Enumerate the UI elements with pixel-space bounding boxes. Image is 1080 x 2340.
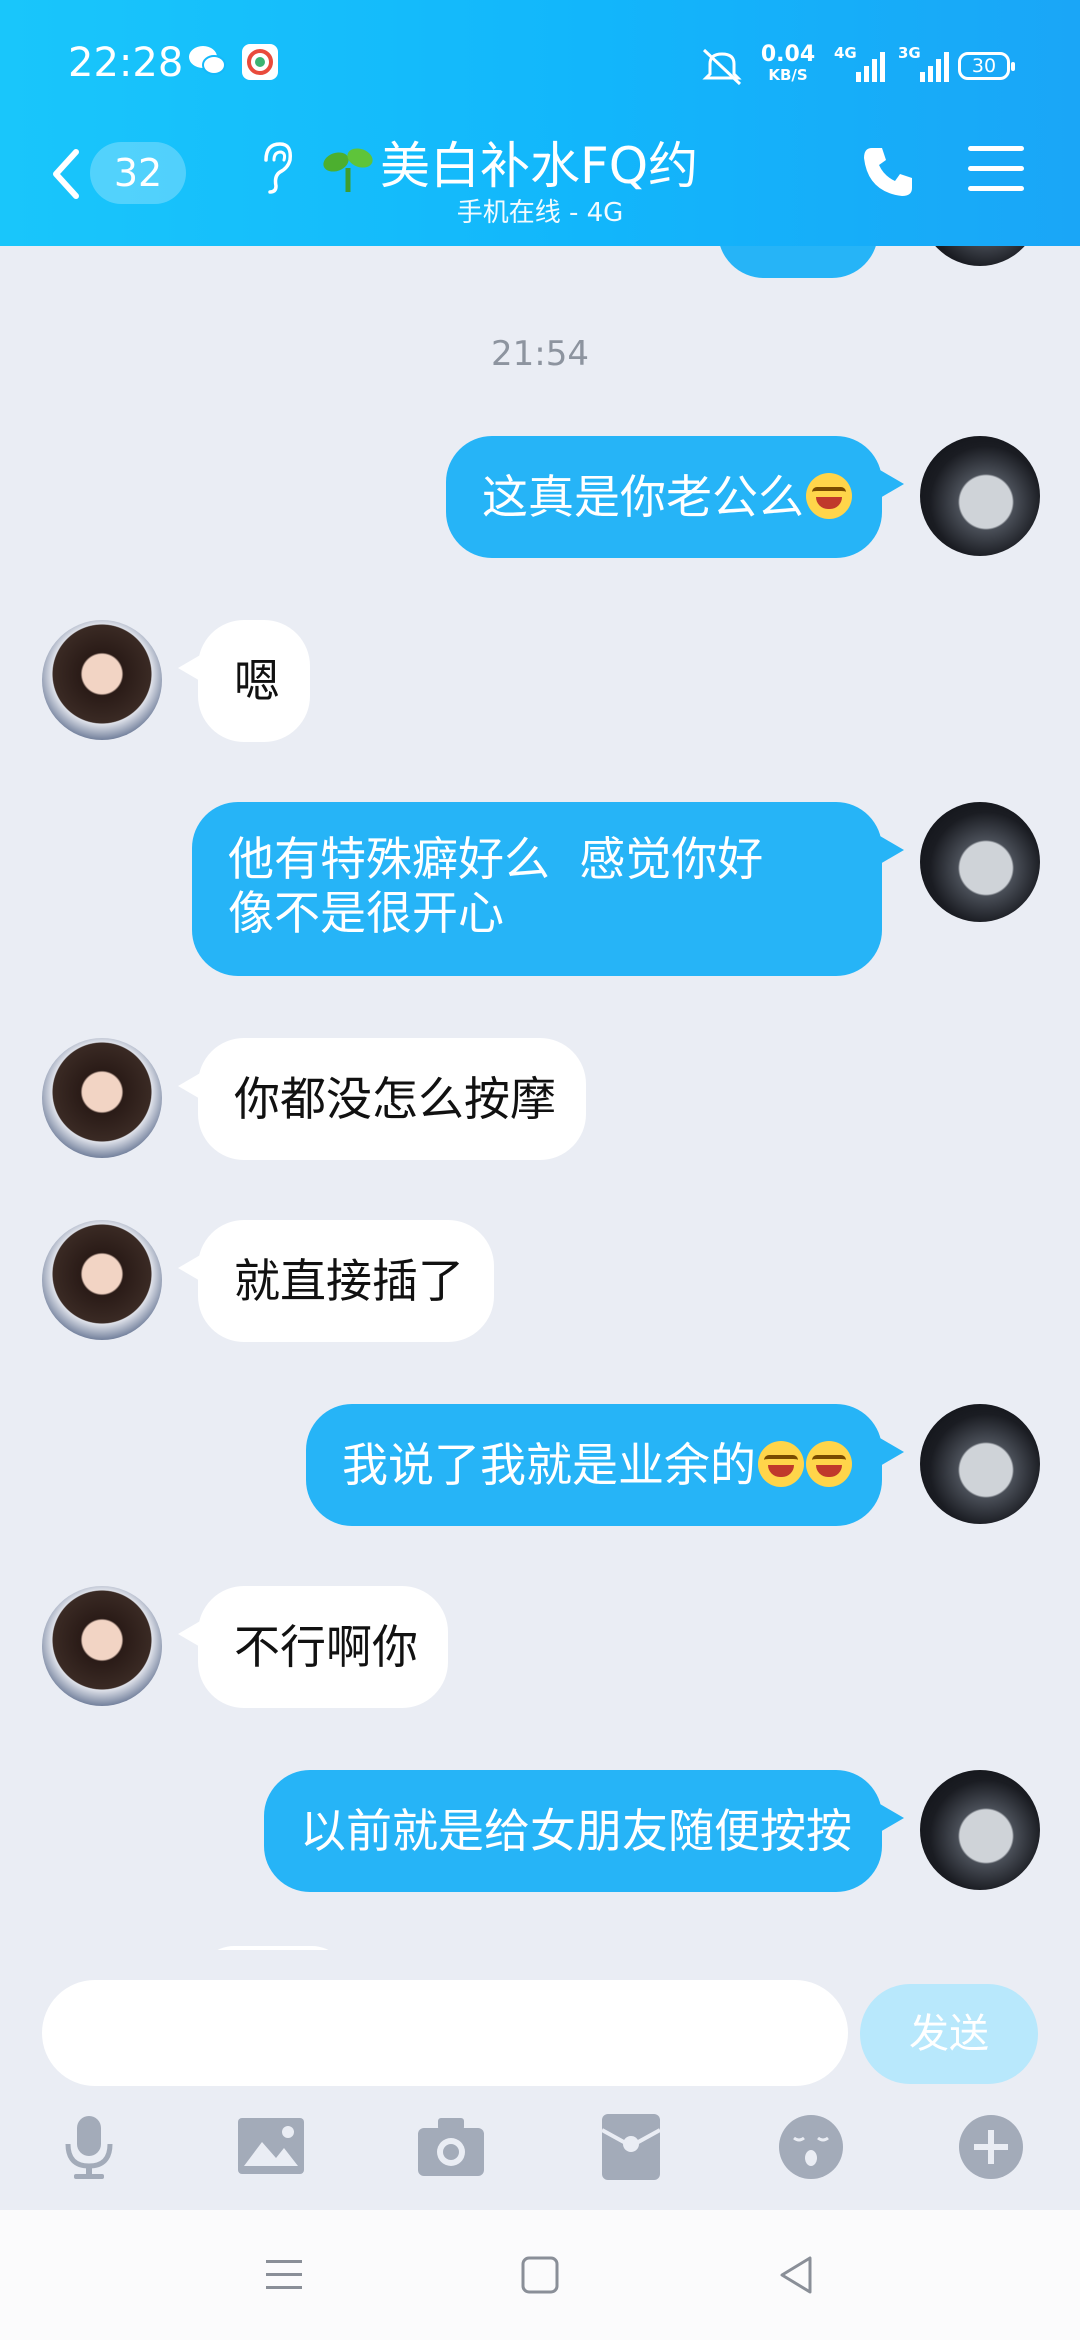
avatar[interactable] bbox=[920, 802, 1040, 922]
message-bubble-other[interactable]: 就直接插了 bbox=[198, 1220, 494, 1342]
avatar[interactable] bbox=[920, 246, 1040, 266]
chat-subtitle: 手机在线 - 4G bbox=[456, 198, 624, 228]
system-navigation-bar bbox=[0, 2210, 1080, 2340]
message-list[interactable]: 21:54 这真是你老公么 嗯 他有特殊癖好么 感觉你好 像不是很开心 你都没怎… bbox=[0, 246, 1080, 1950]
signal-icon-1: 4G bbox=[834, 44, 894, 84]
network-speed: 0.04 KB/S bbox=[760, 42, 816, 84]
battery-icon: 30 bbox=[958, 52, 1015, 80]
news-app-icon bbox=[242, 44, 278, 80]
avatar[interactable] bbox=[42, 1586, 162, 1706]
status-bar: 22:28 0.04 KB/S 4G 3G 30 bbox=[0, 0, 1080, 130]
input-bar: 发送 bbox=[0, 1950, 1080, 2086]
message-bubble-self[interactable]: 我说了我就是业余的 bbox=[306, 1404, 882, 1526]
avatar[interactable] bbox=[42, 620, 162, 740]
partial-message-bubble bbox=[718, 246, 878, 278]
message-bubble-self[interactable]: 他有特殊癖好么 感觉你好 像不是很开心 bbox=[192, 802, 882, 976]
message-input[interactable] bbox=[42, 1980, 848, 2086]
emoji-icon[interactable] bbox=[776, 2112, 846, 2182]
message-bubble-other[interactable]: 不行啊你 bbox=[198, 1586, 448, 1708]
laugh-cry-emoji bbox=[806, 473, 852, 519]
avatar[interactable] bbox=[920, 436, 1040, 556]
input-toolbar bbox=[0, 2080, 1080, 2210]
message-bubble-self[interactable]: 以前就是给女朋友随便按按 bbox=[264, 1770, 882, 1892]
avatar[interactable] bbox=[920, 1404, 1040, 1524]
message-bubble-other[interactable]: 你都没怎么按摩 bbox=[198, 1038, 586, 1160]
phone-icon[interactable] bbox=[858, 142, 918, 202]
message-bubble-other[interactable]: 嗯 bbox=[198, 620, 310, 742]
mute-icon bbox=[702, 48, 742, 86]
avatar[interactable] bbox=[920, 1770, 1040, 1890]
message-bubble-self[interactable]: 这真是你老公么 bbox=[446, 436, 882, 558]
back-nav-icon[interactable] bbox=[774, 2254, 818, 2296]
avatar[interactable] bbox=[42, 1220, 162, 1340]
home-icon[interactable] bbox=[518, 2254, 562, 2296]
recent-apps-icon[interactable] bbox=[262, 2254, 306, 2296]
laugh-cry-emoji bbox=[758, 1441, 804, 1487]
wechat-icon bbox=[189, 46, 226, 75]
message-timestamp: 21:54 bbox=[491, 334, 589, 374]
menu-icon[interactable] bbox=[968, 146, 1024, 196]
nav-bar: 32 美白补水FQ约 手机在线 - 4G bbox=[0, 130, 1080, 246]
chat-header: 22:28 0.04 KB/S 4G 3G 30 32 美白补水FQ约 手机在线… bbox=[0, 0, 1080, 246]
red-packet-icon[interactable] bbox=[596, 2112, 666, 2182]
send-button[interactable]: 发送 bbox=[860, 1984, 1038, 2084]
ear-icon[interactable] bbox=[256, 138, 296, 196]
image-icon[interactable] bbox=[236, 2112, 306, 2182]
camera-icon[interactable] bbox=[416, 2112, 486, 2182]
laugh-cry-emoji bbox=[806, 1441, 852, 1487]
status-time: 22:28 bbox=[68, 40, 184, 86]
signal-icon-2: 3G bbox=[898, 44, 958, 84]
avatar[interactable] bbox=[42, 1038, 162, 1158]
microphone-icon[interactable] bbox=[54, 2112, 124, 2182]
plus-icon[interactable] bbox=[956, 2112, 1026, 2182]
sprout-icon bbox=[323, 148, 373, 192]
